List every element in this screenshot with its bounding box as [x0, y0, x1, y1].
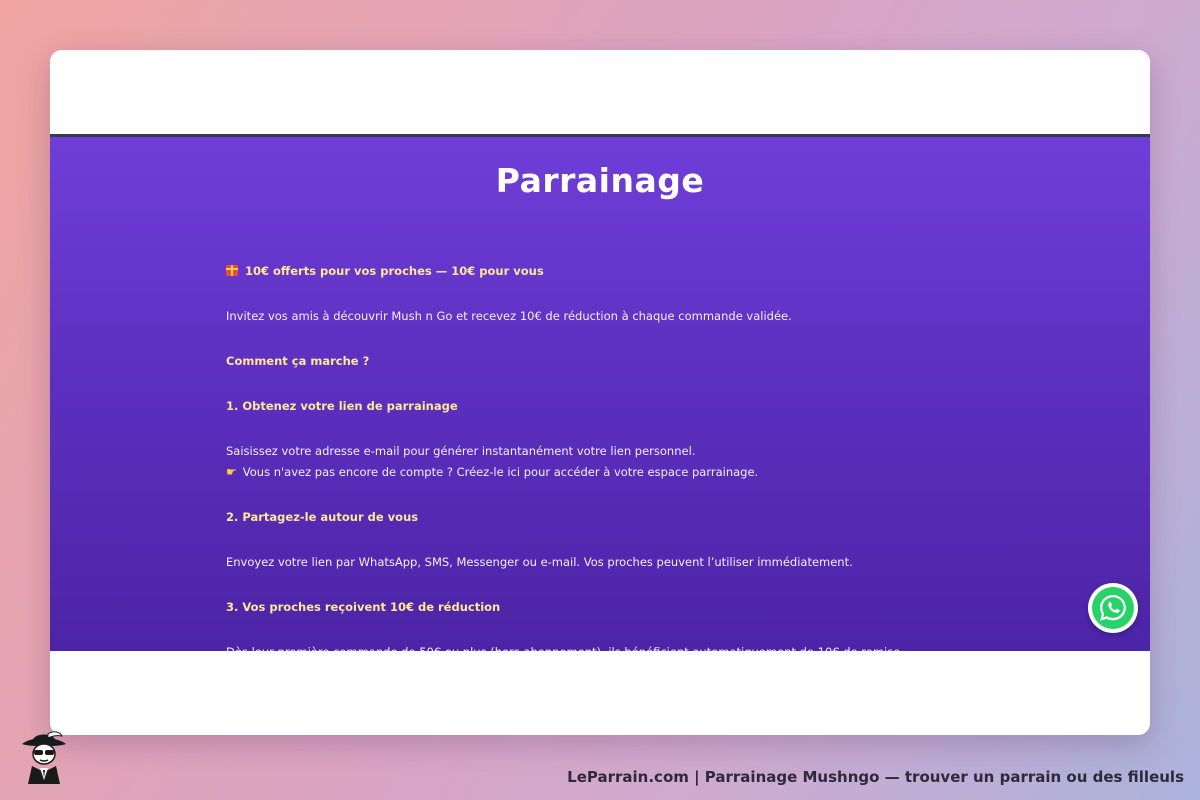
step-1-heading: 1. Obtenez votre lien de parrainage [226, 399, 458, 413]
spy-mascot-icon [22, 731, 66, 784]
intro-text: Invitez vos amis à découvrir Mush n Go e… [226, 309, 792, 323]
page-title: Parrainage [495, 161, 705, 200]
referral-section: Parrainage 10€ offerts pour vos proches … [50, 134, 1150, 654]
how-it-works-heading: Comment ça marche ? [226, 354, 370, 368]
step-2-heading: 2. Partagez-le autour de vous [226, 510, 419, 524]
offer-heading-text: 10€ offerts pour vos proches — 10€ pour … [245, 264, 544, 278]
pointing-hand-icon: ☛ [226, 465, 237, 479]
step-3-heading: 3. Vos proches reçoivent 10€ de réductio… [226, 600, 501, 614]
referral-content: 10€ offerts pour vos proches — 10€ pour … [226, 261, 986, 654]
offer-heading: 10€ offerts pour vos proches — 10€ pour … [226, 261, 986, 282]
page-footer-area [50, 651, 1150, 735]
whatsapp-icon [1092, 587, 1134, 629]
footer-caption: LeParrain.com | Parrainage Mushngo — tro… [567, 768, 1184, 786]
create-account-text: ☛ Vous n'avez pas encore de compte ? Crée… [226, 462, 986, 483]
whatsapp-button[interactable] [1088, 583, 1138, 633]
create-account-link[interactable]: Vous n'avez pas encore de compte ? Créez… [243, 465, 758, 479]
step-2-text: Envoyez votre lien par WhatsApp, SMS, Me… [226, 555, 853, 569]
step-1-text: Saisissez votre adresse e-mail pour géné… [226, 444, 696, 458]
gift-icon [226, 265, 238, 276]
browser-window: Parrainage 10€ offerts pour vos proches … [50, 50, 1150, 735]
page-header-area [50, 50, 1150, 134]
